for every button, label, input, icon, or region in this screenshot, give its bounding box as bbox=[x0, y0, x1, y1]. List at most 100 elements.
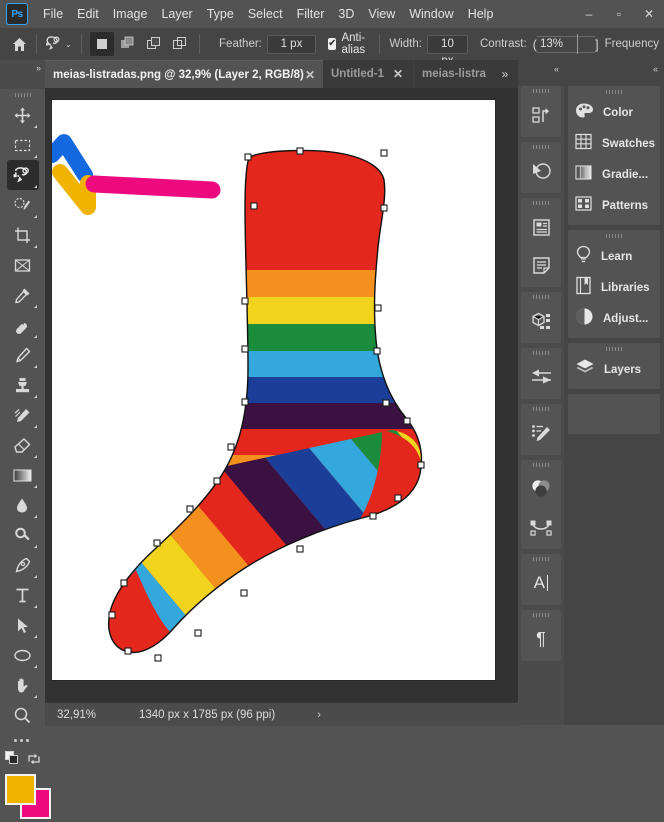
feather-input[interactable]: 1 px bbox=[266, 34, 317, 54]
channels-panel-icon[interactable] bbox=[521, 470, 561, 508]
dock-item-color[interactable]: Color bbox=[568, 97, 660, 128]
contrast-slider-thumb[interactable] bbox=[577, 33, 579, 54]
foreground-color-swatch[interactable] bbox=[4, 774, 36, 805]
dock-grip[interactable] bbox=[568, 86, 660, 97]
3d-panel-icon[interactable] bbox=[521, 302, 561, 340]
gradient-tool[interactable] bbox=[7, 460, 39, 490]
expand-tools-chevron-icon[interactable]: » bbox=[36, 63, 41, 73]
menu-help[interactable]: Help bbox=[461, 4, 501, 24]
close-button[interactable]: ✕ bbox=[634, 0, 664, 28]
tab-meias-listradas[interactable]: meias-listradas.png @ 32,9% (Layer 2, RG… bbox=[45, 60, 323, 89]
dock-grip[interactable] bbox=[568, 343, 660, 354]
properties-panel-icon[interactable] bbox=[521, 208, 561, 246]
rail-grip[interactable] bbox=[521, 348, 561, 358]
rail-grip[interactable] bbox=[521, 198, 561, 208]
edit-toolbar-button[interactable] bbox=[7, 730, 39, 750]
menu-edit[interactable]: Edit bbox=[70, 4, 106, 24]
pen-tool[interactable] bbox=[7, 550, 39, 580]
character-panel-icon[interactable]: A bbox=[521, 564, 561, 602]
zoom-level[interactable]: 32,91% bbox=[45, 709, 139, 721]
crop-tool[interactable] bbox=[7, 220, 39, 250]
dock-item-swatches[interactable]: Swatches bbox=[568, 128, 660, 159]
tab-untitled-1[interactable]: Untitled-1 ✕ bbox=[323, 60, 413, 88]
rail-grip[interactable] bbox=[521, 460, 561, 470]
dock-item-layers[interactable]: Layers bbox=[568, 354, 660, 385]
intersect-with-selection-button[interactable] bbox=[168, 32, 192, 56]
tool-preset-chevron-down-icon[interactable]: ⌄ bbox=[65, 40, 72, 49]
menu-bar: Ps File Edit Image Layer Type Select Fil… bbox=[0, 0, 664, 28]
menu-select[interactable]: Select bbox=[241, 4, 290, 24]
tab-overflow-button[interactable]: » bbox=[492, 60, 518, 88]
minimize-button[interactable]: – bbox=[574, 0, 604, 28]
dock-item-gradients[interactable]: Gradie... bbox=[568, 159, 660, 190]
eyedropper-tool[interactable] bbox=[7, 280, 39, 310]
dock-item-learn[interactable]: Learn bbox=[568, 241, 660, 272]
brush-tool[interactable] bbox=[7, 340, 39, 370]
history-brush-tool[interactable] bbox=[7, 400, 39, 430]
zoom-tool[interactable] bbox=[7, 700, 39, 730]
paragraph-panel-icon[interactable]: ¶ bbox=[521, 620, 561, 658]
history-panel-icon[interactable] bbox=[521, 96, 561, 134]
new-selection-button[interactable] bbox=[90, 32, 115, 56]
object-selection-tool[interactable] bbox=[7, 190, 39, 220]
menu-view[interactable]: View bbox=[361, 4, 402, 24]
rail-group-channels-paths bbox=[521, 460, 561, 549]
anti-alias-checkbox[interactable]: ✔ Anti-alias bbox=[328, 32, 372, 56]
rail-grip[interactable] bbox=[521, 292, 561, 302]
maximize-button[interactable]: ▫ bbox=[604, 0, 634, 28]
subtract-from-selection-button[interactable] bbox=[142, 32, 166, 56]
actions-panel-icon[interactable] bbox=[521, 152, 561, 190]
menu-type[interactable]: Type bbox=[200, 4, 241, 24]
menu-image[interactable]: Image bbox=[106, 4, 155, 24]
collapse-dock-chevron-icon[interactable]: « bbox=[653, 64, 658, 74]
clone-stamp-tool[interactable] bbox=[7, 370, 39, 400]
tools-panel-grip[interactable] bbox=[0, 89, 45, 100]
paths-panel-icon[interactable] bbox=[521, 508, 561, 546]
tab-meias-listra[interactable]: meias-listra bbox=[414, 60, 492, 88]
status-menu-chevron-icon[interactable]: › bbox=[317, 709, 321, 721]
add-to-selection-button[interactable] bbox=[116, 32, 140, 56]
menu-3d[interactable]: 3D bbox=[331, 4, 361, 24]
default-colors-button[interactable] bbox=[4, 751, 20, 771]
rail-grip[interactable] bbox=[521, 142, 561, 152]
rail-grip[interactable] bbox=[521, 610, 561, 620]
brush-settings-icon[interactable] bbox=[521, 414, 561, 452]
rail-grip[interactable] bbox=[521, 86, 561, 96]
rectangular-marquee-tool[interactable] bbox=[7, 130, 39, 160]
tab-close-icon[interactable]: ✕ bbox=[392, 67, 411, 81]
path-selection-tool[interactable] bbox=[7, 610, 39, 640]
menu-filter[interactable]: Filter bbox=[290, 4, 332, 24]
document-canvas[interactable] bbox=[52, 100, 495, 680]
move-tool[interactable] bbox=[7, 100, 39, 130]
horizontal-type-tool[interactable] bbox=[7, 580, 39, 610]
hand-tool[interactable] bbox=[7, 670, 39, 700]
swap-colors-icon[interactable] bbox=[27, 752, 41, 771]
expand-rail-chevron-icon[interactable]: « bbox=[554, 64, 559, 74]
blur-tool[interactable] bbox=[7, 490, 39, 520]
magnetic-lasso-tool[interactable] bbox=[6, 160, 39, 190]
menu-layer[interactable]: Layer bbox=[154, 4, 199, 24]
tab-close-icon[interactable]: ✕ bbox=[304, 68, 323, 82]
contrast-slider-track[interactable]: 13% bbox=[537, 33, 596, 54]
dock-item-libraries[interactable]: Libraries bbox=[568, 272, 660, 303]
dodge-tool[interactable] bbox=[7, 520, 39, 550]
notes-panel-icon[interactable] bbox=[521, 246, 561, 284]
magnetic-lasso-icon[interactable] bbox=[44, 31, 64, 57]
width-input[interactable]: 10 px bbox=[426, 34, 468, 67]
rail-grip[interactable] bbox=[521, 554, 561, 564]
eraser-tool[interactable] bbox=[7, 430, 39, 460]
menu-window[interactable]: Window bbox=[402, 4, 460, 24]
rail-grip[interactable] bbox=[521, 404, 561, 414]
tool-flyout-triangle-icon bbox=[33, 395, 37, 398]
menu-file[interactable]: File bbox=[36, 4, 70, 24]
ellipse-tool[interactable] bbox=[7, 640, 39, 670]
dock-item-adjustments[interactable]: Adjust... bbox=[568, 303, 660, 334]
contrast-slider[interactable]: ( 13% ] bbox=[533, 33, 599, 54]
spot-healing-brush-tool[interactable] bbox=[7, 310, 39, 340]
dock-item-patterns[interactable]: Patterns bbox=[568, 190, 660, 221]
dock-grip[interactable] bbox=[568, 230, 660, 241]
canvas-workspace[interactable] bbox=[45, 88, 518, 702]
adjustments-sliders-icon[interactable] bbox=[521, 358, 561, 396]
frame-tool[interactable] bbox=[7, 250, 39, 280]
home-icon[interactable] bbox=[9, 29, 29, 59]
